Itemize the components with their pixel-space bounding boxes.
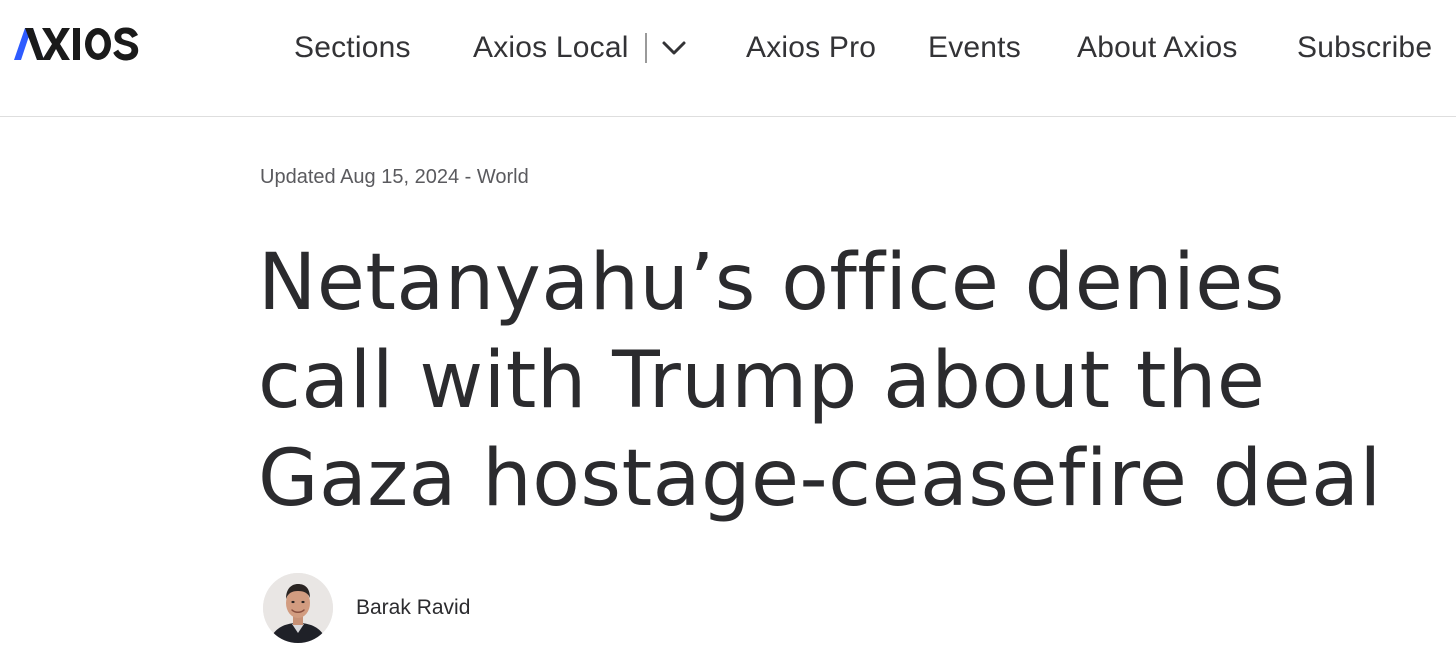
nav-subscribe[interactable]: Subscribe [1297, 31, 1432, 65]
axios-logo[interactable] [14, 24, 139, 64]
nav-axios-local[interactable]: Axios Local [473, 31, 689, 65]
article-meta: Updated Aug 15, 2024 - World [260, 166, 529, 188]
byline: Barak Ravid [263, 573, 470, 643]
nav-axios-pro[interactable]: Axios Pro [746, 31, 876, 65]
axios-logo-icon [14, 27, 139, 61]
nav-about-axios[interactable]: About Axios [1077, 31, 1238, 65]
nav-events[interactable]: Events [928, 31, 1021, 65]
nav-axios-local-label[interactable]: Axios Local [473, 31, 629, 65]
nav-sections[interactable]: Sections [294, 31, 411, 65]
chevron-down-icon[interactable] [661, 34, 689, 62]
author-name[interactable]: Barak Ravid [356, 596, 470, 620]
nav-divider [644, 33, 647, 63]
site-header: Sections Axios Local Axios Pro Events Ab… [0, 0, 1456, 117]
article-headline: Netanyahu’s office denies call with Trum… [258, 238, 1382, 524]
author-avatar[interactable] [263, 573, 333, 643]
